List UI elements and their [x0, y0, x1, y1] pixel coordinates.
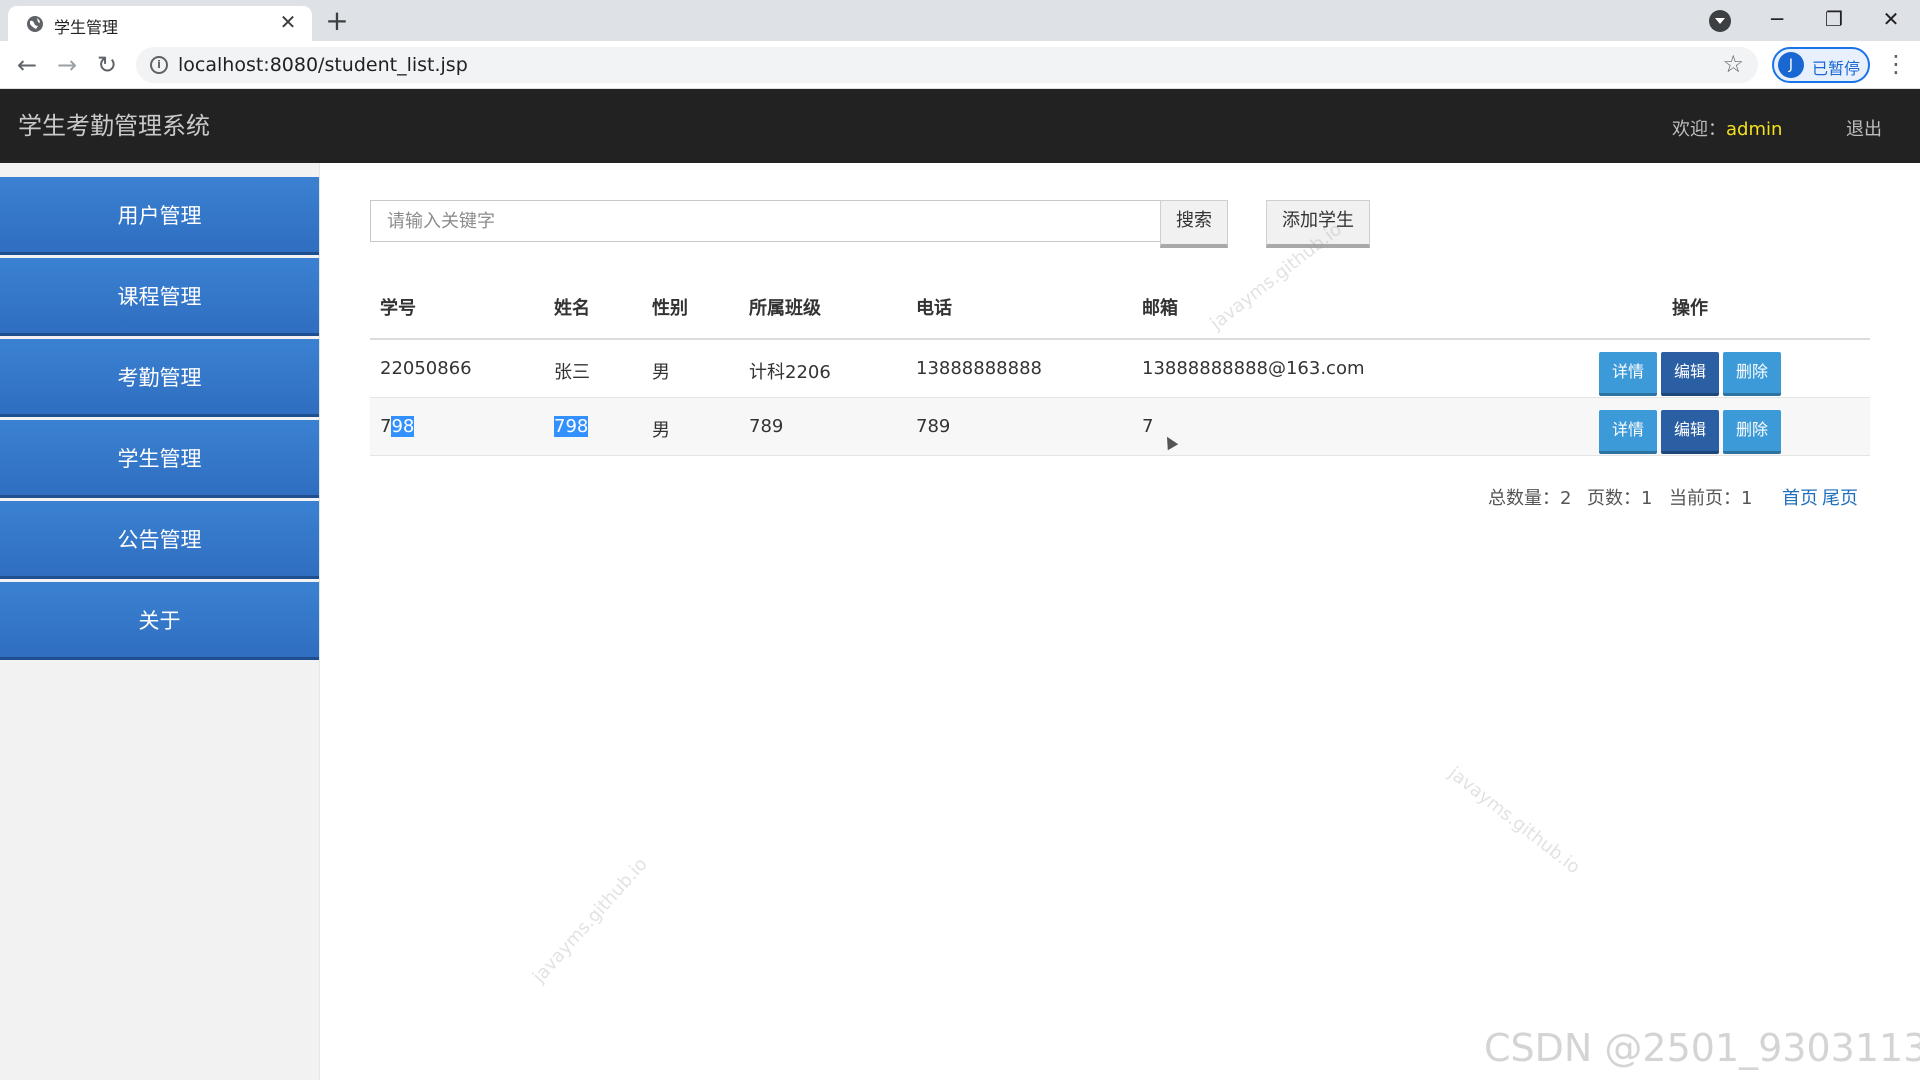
cell-name: 798	[554, 416, 589, 437]
first-page-link[interactable]: 首页	[1782, 484, 1818, 510]
welcome-label: 欢迎：	[1672, 119, 1726, 140]
bookmark-star-icon[interactable]: ☆	[1722, 50, 1744, 78]
watermark-text: javayms.github.io	[1444, 762, 1584, 879]
detail-button[interactable]: 详情	[1599, 352, 1657, 396]
back-icon[interactable]: ←	[12, 50, 42, 80]
profile-status: 已暂停	[1812, 59, 1861, 78]
tab-close-icon[interactable]: ✕	[276, 10, 300, 34]
logout-link[interactable]: 退出	[1846, 115, 1882, 141]
column-header-name: 姓名	[554, 298, 590, 319]
search-input[interactable]	[370, 200, 1162, 242]
sidebar-item-students[interactable]: 学生管理	[0, 420, 319, 498]
cell-email: 13888888888@163.com	[1142, 358, 1365, 379]
address-bar[interactable]: i localhost:8080/student_list.jsp ☆	[136, 47, 1758, 83]
browser-tabstrip: 学生管理 ✕ + ─ ❐ ✕	[0, 0, 1920, 41]
more-vert-icon[interactable]: ⋮	[1884, 50, 1908, 78]
table-row: 22050866 张三 男 计科2206 13888888888 1388888…	[370, 340, 1870, 398]
current-value: 1	[1741, 488, 1753, 509]
avatar: J	[1778, 52, 1804, 78]
edit-button[interactable]: 编辑	[1661, 352, 1719, 396]
current-page: 当前页：1	[1669, 484, 1752, 510]
column-header-gender: 性别	[652, 298, 688, 319]
csdn-watermark: CSDN @2501_93031130	[1484, 1026, 1920, 1070]
site-info-icon[interactable]: i	[150, 56, 168, 74]
column-header-actions: 操作	[1672, 298, 1708, 319]
new-tab-icon[interactable]: +	[322, 6, 352, 36]
current-label: 当前页：	[1669, 488, 1741, 509]
cell-gender: 男	[652, 362, 670, 383]
cell-class: 计科2206	[749, 362, 831, 383]
column-header-email: 邮箱	[1142, 298, 1178, 319]
app-header: 学生考勤管理系统 欢迎：admin 退出	[0, 89, 1920, 163]
total-count: 总数量：2	[1488, 484, 1571, 510]
sidebar: 用户管理 课程管理 考勤管理 学生管理 公告管理 关于	[0, 163, 320, 1080]
minimize-icon[interactable]: ─	[1757, 4, 1797, 34]
sidebar-item-courses[interactable]: 课程管理	[0, 258, 319, 336]
url-text[interactable]: localhost:8080/student_list.jsp	[178, 54, 468, 76]
total-label: 总数量：	[1488, 488, 1560, 509]
sidebar-item-users[interactable]: 用户管理	[0, 177, 319, 255]
cell-email: 7	[1142, 416, 1154, 437]
search-button[interactable]: 搜索	[1160, 200, 1228, 248]
tab-search-icon[interactable]	[1709, 10, 1731, 32]
delete-button[interactable]: 删除	[1723, 352, 1781, 396]
cell-phone: 789	[916, 416, 951, 437]
pages-value: 1	[1641, 488, 1653, 509]
username: admin	[1726, 119, 1783, 140]
welcome-text: 欢迎：admin	[1672, 115, 1782, 141]
column-header-class: 所属班级	[749, 298, 821, 319]
sidebar-item-about[interactable]: 关于	[0, 582, 319, 660]
cell-id-prefix: 7	[380, 416, 392, 437]
watermark-text: javayms.github.io	[528, 853, 652, 988]
edit-button[interactable]: 编辑	[1661, 410, 1719, 454]
profile-button[interactable]: J 已暂停	[1772, 47, 1870, 83]
tab-title: 学生管理	[54, 18, 119, 37]
browser-toolbar: ← → ↻ i localhost:8080/student_list.jsp …	[0, 41, 1920, 89]
cell-id: 22050866	[380, 358, 472, 379]
delete-button[interactable]: 删除	[1723, 410, 1781, 454]
pages-label: 页数：	[1587, 488, 1641, 509]
cell-name: 张三	[554, 362, 590, 383]
table-row: 798 798 男 789 789 7 详情 编辑 删除	[370, 398, 1870, 456]
detail-button[interactable]: 详情	[1599, 410, 1657, 454]
globe-icon	[27, 16, 43, 32]
cell-id: 798	[380, 416, 415, 437]
column-header-id: 学号	[380, 298, 416, 319]
cell-phone: 13888888888	[916, 358, 1042, 379]
sidebar-item-notices[interactable]: 公告管理	[0, 501, 319, 579]
cell-class: 789	[749, 416, 784, 437]
window-close-icon[interactable]: ✕	[1871, 4, 1911, 34]
column-header-phone: 电话	[916, 298, 952, 319]
cell-gender: 男	[652, 420, 670, 441]
reload-icon[interactable]: ↻	[92, 50, 122, 80]
last-page-link[interactable]: 尾页	[1822, 484, 1858, 510]
browser-tab[interactable]: 学生管理 ✕	[8, 6, 312, 41]
forward-icon[interactable]: →	[52, 50, 82, 80]
total-value: 2	[1560, 488, 1572, 509]
app-title[interactable]: 学生考勤管理系统	[18, 106, 210, 141]
sidebar-item-attendance[interactable]: 考勤管理	[0, 339, 319, 417]
restore-icon[interactable]: ❐	[1814, 4, 1854, 34]
page-count: 页数：1	[1587, 484, 1652, 510]
selected-text: 98	[391, 416, 415, 437]
